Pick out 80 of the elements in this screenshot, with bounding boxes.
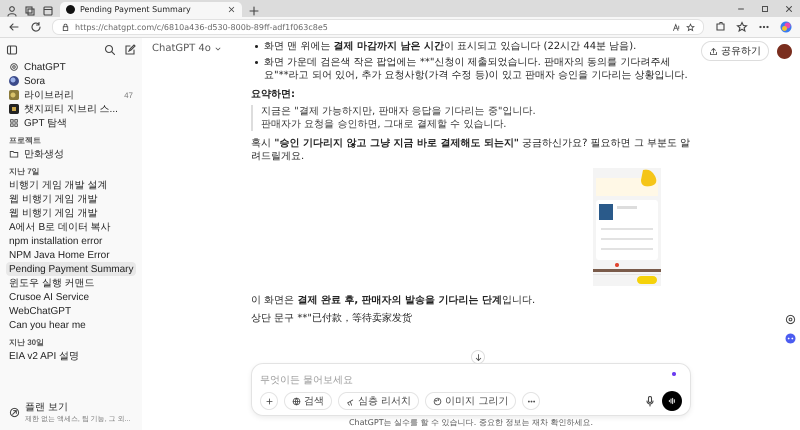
arrow-down-icon (474, 352, 482, 362)
site-info-icon[interactable] (61, 22, 70, 32)
address-bar[interactable]: https://chatgpt.com/c/6810a436-d530-800b-89ff-adf1f063c8e5 (52, 19, 704, 35)
chat-history-item[interactable]: npm installation error (6, 234, 136, 248)
chat-history-item[interactable]: Pending Payment Summary (6, 262, 136, 276)
tool-button[interactable]: 심층 리서치 (338, 392, 420, 410)
chat-history-item[interactable]: 웹 비행기 게임 개발 (6, 192, 136, 206)
chat-history-item[interactable]: 비행기 게임 개발 설계 (6, 178, 136, 192)
chevron-down-icon (214, 44, 222, 52)
message-composer[interactable]: 무엇이든 물어보세요 검색 심층 리서치 이미지 그리기 (251, 363, 691, 416)
chat-history-item[interactable]: EIA v2 API 설명 (6, 349, 136, 363)
chat-history-item[interactable]: Crusoe AI Service (6, 290, 136, 304)
tab-actions-icon[interactable] (42, 5, 54, 17)
refresh-icon[interactable] (30, 21, 42, 33)
restore-icon[interactable] (760, 4, 770, 14)
scroll-down-button[interactable] (471, 350, 485, 364)
chat-history-item[interactable]: WebChatGPT (6, 304, 136, 318)
bullet-dot (255, 61, 258, 64)
bullet-dot (255, 45, 258, 48)
waveform-icon (668, 396, 676, 406)
sora-avatar-icon (9, 76, 19, 86)
openai-favicon-icon (66, 5, 75, 14)
close-icon[interactable] (784, 4, 794, 14)
read-aloud-icon[interactable] (672, 22, 681, 32)
browser-tab[interactable]: Pending Payment Summary (60, 2, 242, 17)
palette-icon (433, 396, 442, 406)
openai-logo-icon (9, 62, 19, 72)
favorites-icon[interactable] (736, 21, 748, 33)
sidebar-item[interactable]: 챗지피티 지브리 스... (6, 102, 136, 116)
chat-history-item[interactable]: Can you hear me (6, 318, 136, 332)
folder-icon (9, 149, 19, 159)
sidebar-toggle-icon[interactable] (6, 44, 18, 56)
section-title: 지난 7일 (9, 166, 41, 177)
tool-button[interactable]: 이미지 그리기 (425, 392, 516, 410)
sidebar-item[interactable]: ChatGPT (6, 60, 136, 74)
sidebar-item[interactable]: Sora (6, 74, 136, 88)
upgrade-icon (9, 406, 20, 418)
chat-history-item[interactable]: 윈도우 실행 커맨드 (6, 276, 136, 290)
paragraph: 상단 문구 **"已付款，等待卖家发货 (251, 312, 413, 325)
share-button[interactable]: 공유하기 (701, 41, 769, 61)
section-title: 프로젝트 (9, 135, 42, 146)
section-title: 지난 30일 (9, 337, 46, 348)
sidebar-item[interactable]: 라이브러리 47 (6, 88, 136, 102)
copilot-icon[interactable] (780, 21, 792, 33)
voice-mode-button[interactable] (662, 391, 682, 411)
disclaimer-text: ChatGPT는 실수를 할 수 있습니다. 중요한 정보는 재차 확인하세요. (348, 417, 594, 429)
new-tab-icon[interactable] (248, 5, 260, 17)
globe-icon (292, 396, 301, 406)
add-button[interactable] (260, 392, 278, 410)
paragraph: 이 화면은 결제 완료 후, 판매자의 발송을 기다리는 단계입니다. (251, 294, 536, 307)
section-heading: 요약하면: (251, 88, 296, 101)
favorite-star-icon[interactable] (686, 22, 695, 32)
bullet-text: 화면 맨 위에는 결제 마감까지 남은 시간이 표시되고 있습니다 (22시간 44분 남음). (264, 40, 636, 53)
chat-history-item[interactable]: 웹 비행기 게임 개발 (6, 206, 136, 220)
status-dot (672, 372, 676, 376)
library-thumbnail-icon (9, 90, 19, 100)
new-chat-icon[interactable] (124, 44, 136, 56)
chat-history-item[interactable]: A에서 B로 데이터 복사 (6, 220, 136, 234)
bullet-text: 화면 가운데 검은색 작은 팝업에는 **"신청이 제출되었습니다. 판매자의 동의를 기다려주세요"**라고 되어 있어, 추가 요청사항(가격 수정 등)이 있고 판매자 승인을 기다리는 상황입니다. (264, 56, 689, 82)
search-icon[interactable] (104, 44, 116, 56)
grid-icon (9, 118, 19, 128)
plus-icon (264, 396, 274, 406)
chat-history-item[interactable]: NPM Java Home Error (6, 248, 136, 262)
share-icon (709, 46, 718, 56)
paragraph: 혹시 "승인 기다리지 않고 그냥 지금 바로 결제해도 되는지" 궁금하신가요? 필요하면 그 부분도 알려드릴게요. (251, 137, 691, 163)
chat-history-item[interactable]: 만화생성 (6, 147, 136, 161)
gpt-thumbnail-icon (9, 104, 19, 114)
workspaces-icon[interactable] (24, 5, 36, 17)
microphone-icon[interactable] (644, 395, 656, 407)
user-avatar[interactable] (777, 44, 792, 58)
assistant-bubble-icon[interactable] (785, 333, 796, 344)
extensions-icon[interactable] (714, 21, 726, 33)
model-selector[interactable]: ChatGPT 4o (152, 43, 222, 54)
back-icon[interactable] (8, 21, 20, 33)
profile-icon[interactable] (6, 5, 18, 17)
close-icon[interactable] (227, 5, 236, 14)
more-tools-button[interactable] (522, 392, 540, 410)
blockquote: 지금은 "결제 가능하지만, 판매자 응답을 기다리는 중"입니다. 판매자가 요청을 승인하면, 그대로 결제할 수 있습니다. (251, 105, 691, 131)
sidebar-item[interactable]: GPT 탐색 (6, 116, 136, 130)
tool-button[interactable]: 검색 (284, 392, 332, 410)
